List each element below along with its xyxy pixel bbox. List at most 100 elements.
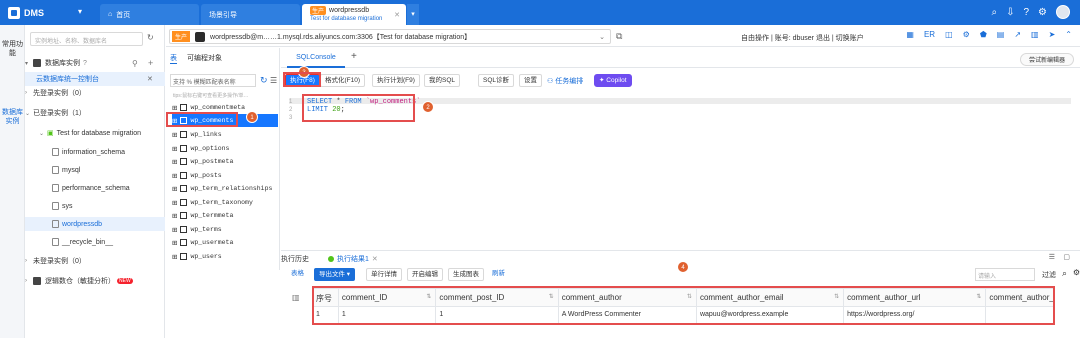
refresh-icon[interactable]: ↻ — [260, 75, 268, 86]
instance-search-input[interactable]: 实例地址、名称、数据库名 — [30, 32, 143, 46]
tab-subtitle: Test for database migration — [310, 16, 383, 22]
er-icon[interactable]: ER — [924, 30, 935, 39]
database-row-wordpressdb[interactable]: wordpressdb — [25, 217, 165, 231]
help-circle-icon[interactable]: ? — [83, 60, 87, 67]
table-wp-terms[interactable]: ⊞ wp_terms — [172, 223, 278, 236]
settings-icon[interactable]: ⚙ — [1038, 7, 1047, 18]
search-icon[interactable]: ⌕ — [1062, 268, 1067, 279]
cloud-console-link[interactable]: 云数据库统一控制台 ✕ — [25, 72, 165, 86]
sql-diagnosis-button[interactable]: SQL诊断 — [478, 74, 515, 87]
external-link-icon[interactable]: ↗ — [1014, 30, 1021, 39]
table-icon — [180, 185, 188, 192]
connection-label: wordpressdb@m……1.mysql.rds.aliyuncs.com:… — [210, 33, 472, 41]
help-icon[interactable]: ? — [1023, 7, 1029, 18]
maximize-icon[interactable]: ▢ — [1063, 253, 1070, 261]
chevron-down-icon: ⌄ — [599, 33, 605, 41]
database-row-performance-schema[interactable]: performance_schema — [25, 181, 165, 195]
table-icon — [180, 158, 188, 165]
gear-icon[interactable]: ⚙ — [963, 30, 970, 39]
left-rail: 常用功能 数据库实例 — [0, 25, 25, 338]
close-icon[interactable]: ✕ — [394, 11, 400, 19]
tab-sql-console[interactable]: SQLConsole — [287, 50, 345, 68]
table-wp-term-relationships[interactable]: ⊞ wp_term_relationships — [172, 182, 278, 195]
database-row-mysql[interactable]: mysql — [25, 163, 165, 177]
table-wp-term-taxonomy[interactable]: ⊞ wp_term_taxonomy — [172, 196, 278, 209]
grid-icon[interactable]: ▦ — [906, 30, 914, 39]
task-orchestration-link[interactable]: ⚇ 任务编排 — [547, 76, 583, 86]
database-row-sys[interactable]: sys — [25, 199, 165, 213]
table-wp-options[interactable]: ⊞ wp_options — [172, 142, 278, 155]
rail-database-instances[interactable]: 数据库实例 — [0, 108, 25, 126]
copy-icon[interactable]: ⧉ — [616, 31, 622, 42]
logic-warehouse-section[interactable]: › 逻辑数仓（敏捷分析） NEW — [25, 274, 165, 288]
add-tab-icon[interactable]: + — [351, 51, 357, 62]
tab-execution-result[interactable]: 执行结果1 ✕ — [328, 254, 378, 264]
settings-icon[interactable]: ⚙ — [1073, 268, 1080, 277]
tree-group-not-logged-in[interactable]: › 未登录实例（0） — [25, 254, 165, 268]
format-button[interactable]: 格式化(F10) — [320, 74, 366, 87]
user-avatar[interactable] — [1056, 5, 1070, 19]
table-view-link[interactable]: 表格 — [287, 268, 308, 281]
generate-chart-button[interactable]: 生成图表 — [448, 268, 484, 281]
my-sql-button[interactable]: 我的SQL — [424, 74, 461, 87]
table-wp-usermeta[interactable]: ⊞ wp_usermeta — [172, 236, 278, 249]
table-icon — [180, 239, 188, 246]
send-icon[interactable]: ➤ — [1049, 30, 1056, 39]
dms-logo[interactable]: DMS — [8, 6, 44, 19]
row-detail-button[interactable]: 单行详情 — [366, 268, 402, 281]
database-row-recycle-bin[interactable]: __recycle_bin__ — [25, 235, 165, 249]
download-icon[interactable]: ⇩ — [1006, 7, 1014, 18]
chevron-down-icon[interactable]: ▾ — [78, 7, 82, 16]
chat-icon[interactable]: ◫ — [945, 30, 953, 39]
database-row-information-schema[interactable]: information_schema — [25, 145, 165, 159]
database-instance-section[interactable]: ▾ 数据库实例 ? ⚲ + — [25, 56, 165, 70]
database-icon — [52, 148, 59, 156]
highlight-sql-query — [302, 94, 415, 122]
highlight-wp-comments — [166, 112, 238, 127]
shield-icon[interactable]: ⬟ — [980, 30, 987, 39]
top-right-toolbar: ⌕ ⇩ ? ⚙ — [991, 5, 1070, 19]
table-wp-posts[interactable]: ⊞ wp_posts — [172, 169, 278, 182]
tab-dropdown-button[interactable]: ▾ — [407, 4, 419, 25]
table-wp-links[interactable]: ⊞ wp_links — [172, 128, 278, 141]
try-new-editor-button[interactable]: 尝试新编辑器 — [1019, 53, 1074, 66]
search-icon[interactable]: ⌕ — [991, 7, 997, 18]
enable-edit-button[interactable]: 开启编辑 — [407, 268, 443, 281]
refresh-icon[interactable]: ↻ — [147, 33, 154, 42]
tab-programmable-objects[interactable]: 可编程对象 — [187, 53, 222, 64]
collapse-icon[interactable]: ⌃ — [1065, 30, 1072, 39]
tab-scenario-guide[interactable]: 场景引导 — [201, 4, 300, 25]
result-filter-input[interactable]: 请输入 — [975, 268, 1035, 281]
menu-icon[interactable]: ☰ — [1049, 253, 1055, 261]
callout-1: 1 — [246, 111, 258, 123]
export-file-button[interactable]: 导出文件 ▾ — [314, 268, 356, 281]
refresh-link[interactable]: 刷新 — [488, 268, 509, 281]
list-icon[interactable]: ☰ — [270, 76, 277, 85]
editor-header-icons: ▦ ER ◫ ⚙ ⬟ ▤ ↗ ▥ ➤ ⌃ — [906, 30, 1072, 39]
add-icon[interactable]: + — [148, 58, 153, 68]
execution-plan-button[interactable]: 执行计划(F9) — [372, 74, 420, 87]
table-wp-postmeta[interactable]: ⊞ wp_postmeta — [172, 155, 278, 168]
connection-select[interactable]: 生产 wordpressdb@m……1.mysql.rds.aliyuncs.c… — [169, 29, 611, 44]
chart-icon[interactable]: ▥ — [1031, 30, 1039, 39]
tab-execution-history[interactable]: 执行历史 — [281, 254, 309, 264]
instance-row[interactable]: ⌄ ▣ Test for database migration — [25, 126, 165, 140]
tree-group-logged-in[interactable]: ⌄ 已登录实例（1） — [25, 106, 165, 120]
tab-tables[interactable]: 表 — [170, 53, 177, 64]
tree-group-first-login[interactable]: › 先登录实例（0） — [25, 86, 165, 100]
table-wp-termmeta[interactable]: ⊞ wp_termmeta — [172, 209, 278, 222]
document-icon[interactable]: ▤ — [997, 30, 1005, 39]
table-wp-users[interactable]: ⊞ wp_users — [172, 250, 278, 263]
close-icon[interactable]: ✕ — [147, 75, 153, 83]
tab-home[interactable]: ⌂ 首页 — [100, 4, 199, 25]
rail-common-functions[interactable]: 常用功能 — [0, 40, 25, 58]
account-status: 自由操作 | 账号: dbuser 退出 | 切换账户 — [741, 35, 864, 42]
table-search-input[interactable]: 支持 % 模糊匹配表名称 — [170, 74, 256, 87]
tab-wordpressdb[interactable]: 生产 wordpressdb Test for database migrati… — [302, 4, 406, 25]
callout-2: 2 — [422, 101, 434, 113]
settings-button[interactable]: 设置 — [519, 74, 542, 87]
copilot-button[interactable]: ✦ Copilot — [594, 74, 632, 87]
chart-icon[interactable]: ▥ — [292, 293, 300, 302]
filter-icon[interactable]: ⚲ — [132, 59, 138, 68]
callout-4: 4 — [677, 261, 689, 273]
